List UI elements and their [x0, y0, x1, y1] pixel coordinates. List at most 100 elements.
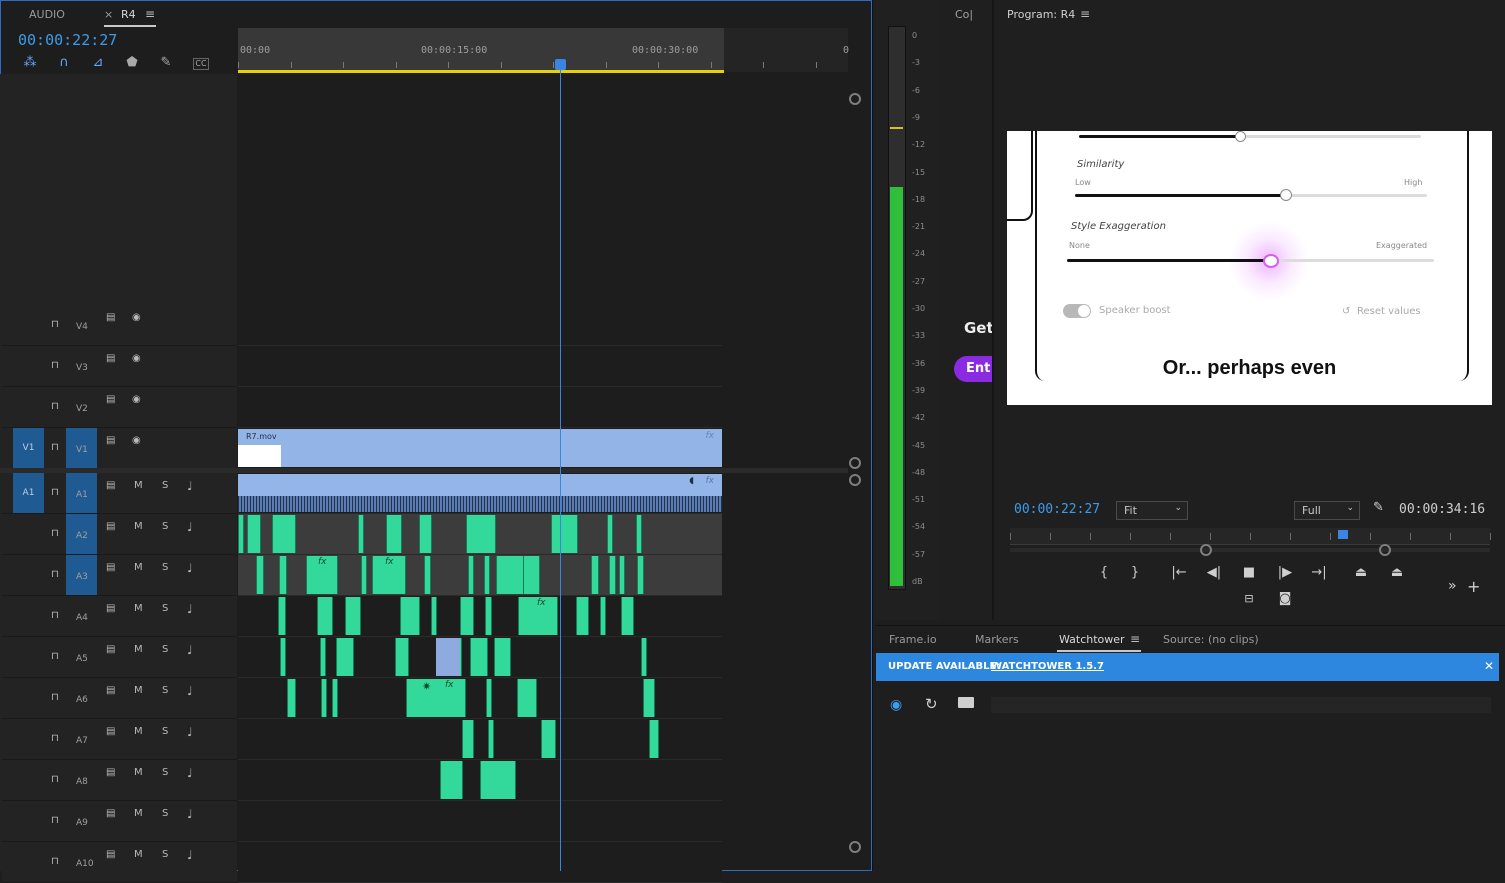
solo-button[interactable]: S: [162, 562, 168, 573]
audio-clip[interactable]: [406, 679, 466, 717]
marker-icon[interactable]: ⬟: [125, 56, 139, 70]
audio-clip[interactable]: [247, 515, 261, 553]
sync-lock-icon[interactable]: ▤: [106, 394, 115, 405]
microphone-icon[interactable]: ♩: [187, 684, 193, 698]
selected-audio-clip[interactable]: [436, 638, 460, 676]
program-playhead-handle[interactable]: [1338, 530, 1348, 539]
sync-lock-icon[interactable]: ▤: [106, 644, 115, 655]
solo-button[interactable]: S: [162, 726, 168, 737]
lock-icon[interactable]: ⊓: [51, 733, 59, 744]
mark-in-button[interactable]: {: [1095, 565, 1113, 580]
lock-icon[interactable]: ⊓: [51, 487, 59, 498]
audio-clip[interactable]: [386, 515, 402, 553]
update-link[interactable]: WATCHTOWER 1.5.7: [991, 661, 1104, 672]
solo-button[interactable]: S: [162, 767, 168, 778]
lock-icon[interactable]: ⊓: [51, 651, 59, 662]
audio-clip[interactable]: [431, 597, 437, 635]
lock-icon[interactable]: ⊓: [51, 692, 59, 703]
audio-clip[interactable]: [541, 720, 556, 758]
watchtower-menu-icon[interactable]: ≡: [1130, 632, 1140, 646]
mute-button[interactable]: M: [134, 562, 143, 573]
lock-icon[interactable]: ⊓: [51, 319, 59, 330]
button-editor-add-icon[interactable]: +: [1467, 577, 1480, 596]
microphone-icon[interactable]: ♩: [187, 766, 193, 780]
audio-clip[interactable]: [551, 515, 578, 553]
comparison-view-icon[interactable]: ⊟: [1240, 592, 1258, 605]
microphone-icon[interactable]: ♩: [187, 848, 193, 862]
zoom-fit-dropdown[interactable]: Fit ⌄: [1116, 501, 1188, 520]
audio-clip[interactable]: [637, 556, 644, 594]
stop-button[interactable]: ■: [1240, 565, 1258, 580]
audio-clip[interactable]: [278, 597, 286, 635]
video-clip[interactable]: R7.mov fx: [238, 429, 722, 467]
timeline-timecode[interactable]: 00:00:22:27: [18, 31, 117, 49]
source-partial-button[interactable]: Ent: [954, 356, 992, 382]
microphone-icon[interactable]: ♩: [187, 725, 193, 739]
audio-clip[interactable]: [400, 597, 420, 635]
close-icon[interactable]: ✕: [1484, 659, 1494, 673]
audio-clip[interactable]: [320, 638, 326, 676]
lock-icon[interactable]: ⊓: [51, 815, 59, 826]
audio-clip[interactable]: [424, 556, 431, 594]
source-patch[interactable]: A1: [13, 473, 44, 513]
track-lane[interactable]: [238, 346, 722, 387]
captions-icon[interactable]: CC: [193, 58, 209, 70]
audio-clip[interactable]: [279, 556, 287, 594]
resolution-dropdown[interactable]: Full ⌄: [1294, 501, 1360, 520]
lift-icon[interactable]: ⏏: [1352, 565, 1370, 580]
lock-icon[interactable]: ⊓: [51, 610, 59, 621]
tab-frameio[interactable]: Frame.io: [889, 633, 937, 646]
audio-clip[interactable]: [607, 515, 613, 553]
audio-clip[interactable]: [317, 597, 333, 635]
audio-clip[interactable]: [576, 597, 589, 635]
microphone-icon[interactable]: ♩: [187, 561, 193, 575]
audio-clip[interactable]: [345, 597, 361, 635]
step-forward-button[interactable]: |▶: [1276, 565, 1294, 580]
audio-clip[interactable]: [460, 597, 474, 635]
microphone-icon[interactable]: ♩: [187, 602, 193, 616]
audio-clip[interactable]: [643, 679, 655, 717]
tab-source-no-clips[interactable]: Source: (no clips): [1163, 633, 1259, 646]
audio-clip[interactable]: [523, 556, 540, 594]
mute-button[interactable]: M: [134, 521, 143, 532]
playhead-handle[interactable]: [555, 59, 566, 70]
audio-clip[interactable]: [466, 515, 496, 553]
export-frame-camera-icon[interactable]: ◙: [1276, 591, 1294, 606]
audio-clip[interactable]: [591, 556, 599, 594]
tab-source[interactable]: Co|: [955, 8, 973, 21]
tab-markers[interactable]: Markers: [975, 633, 1019, 646]
solo-button[interactable]: S: [162, 849, 168, 860]
audio-scroll-top-handle[interactable]: [849, 474, 861, 486]
mute-button[interactable]: M: [134, 603, 143, 614]
ripple-icon[interactable]: ⁂: [23, 56, 37, 70]
program-video-frame[interactable]: Similarity Low High Style Exaggeration N…: [1007, 131, 1492, 405]
sync-lock-icon[interactable]: ▤: [106, 808, 115, 819]
audio-clip[interactable]: [321, 679, 327, 717]
track-lane[interactable]: [238, 596, 722, 637]
audio-clip[interactable]: [484, 556, 490, 594]
wrench-icon[interactable]: ✎: [159, 56, 173, 70]
track-lane[interactable]: [238, 305, 722, 346]
track-lane[interactable]: [238, 387, 722, 428]
sync-lock-icon[interactable]: ▤: [106, 767, 115, 778]
tab-r4[interactable]: R4: [121, 8, 136, 21]
lock-icon[interactable]: ⊓: [51, 774, 59, 785]
watch-folder-path-field[interactable]: [991, 697, 1491, 713]
panel-menu-icon[interactable]: ≡: [145, 7, 155, 21]
audio-clip[interactable]: [468, 556, 474, 594]
solo-button[interactable]: S: [162, 644, 168, 655]
audio-clip[interactable]: [636, 515, 642, 553]
track-lane[interactable]: [238, 842, 722, 883]
audio-clip[interactable]: [488, 720, 494, 758]
audio-clip[interactable]: [336, 638, 354, 676]
solo-button[interactable]: S: [162, 808, 168, 819]
audio-clip[interactable]: [238, 515, 244, 553]
go-to-out-button[interactable]: →|: [1310, 565, 1328, 580]
mute-button[interactable]: M: [134, 644, 143, 655]
sync-lock-icon[interactable]: ▤: [106, 480, 115, 491]
eye-icon[interactable]: ◉: [132, 394, 141, 405]
solo-button[interactable]: S: [162, 685, 168, 696]
lock-icon[interactable]: ⊓: [51, 528, 59, 539]
solo-button[interactable]: S: [162, 603, 168, 614]
folder-icon[interactable]: [958, 697, 974, 708]
